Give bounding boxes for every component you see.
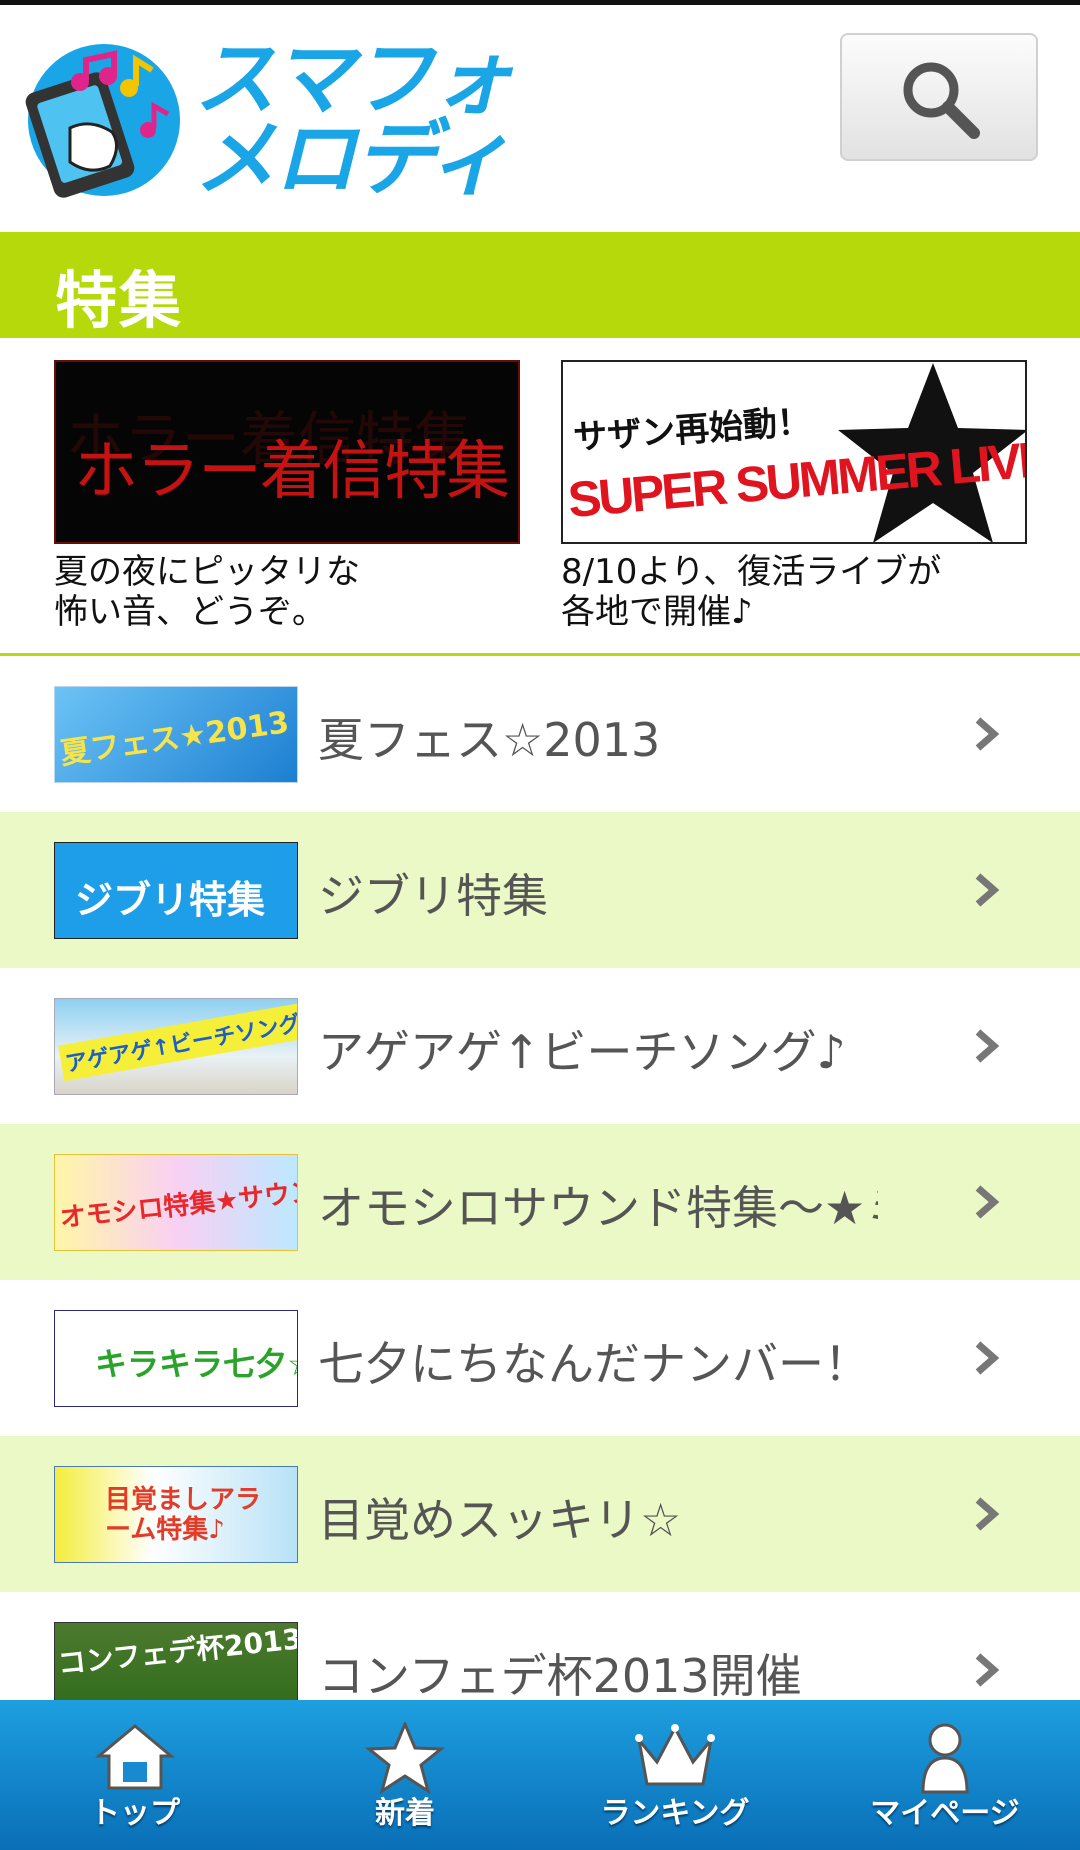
list-item[interactable]: アゲアゲ↑ビーチソング♪特集 アゲアゲ↑ビーチソング♪ [0, 968, 1080, 1124]
list-item-label: 夏フェス☆2013 [318, 713, 661, 767]
crown-icon [635, 1724, 715, 1786]
list-item-label: オモシロサウンド特集～★ミ [318, 1181, 878, 1235]
chevron-right-icon [975, 1497, 1000, 1531]
list-thumbnail: キラキラ七夕☆彡 [54, 1310, 298, 1407]
list-thumbnail: 目覚ましアラーム特集♪ [54, 1466, 298, 1563]
thumbnail-text: コンフェデ杯2013開催 [56, 1622, 298, 1681]
chevron-right-icon [975, 873, 1000, 907]
banner-subtitle: サザン再始動！ [572, 401, 813, 459]
chevron-right-icon [975, 1029, 1000, 1063]
app-header: スマフォ メロディ [0, 5, 1080, 232]
banner-title: ホラー着信特集 [74, 435, 510, 509]
nav-top[interactable]: トップ [0, 1700, 270, 1850]
logo-phone-icon [25, 44, 180, 198]
thumbnail-text: キラキラ七夕☆彡 [95, 1345, 297, 1383]
nav-mypage[interactable]: マイページ [810, 1700, 1080, 1850]
list-item-label: コンフェデ杯2013開催 [318, 1649, 802, 1700]
thumbnail-text: 夏フェス★2013 [58, 705, 292, 772]
nav-label: ランキング [600, 1796, 750, 1831]
list-thumbnail: ジブリ特集 [54, 842, 298, 939]
list-thumbnail: 夏フェス★2013 [54, 686, 298, 783]
list-item-label: ジブリ特集 [318, 869, 548, 923]
list-item-label: アゲアゲ↑ビーチソング♪ [318, 1025, 846, 1079]
list-item[interactable]: ジブリ特集 ジブリ特集 [0, 812, 1080, 968]
featured-banners: ホラー着信特集 ホラー着信特集 夏の夜にピッタリな 怖い音、どうぞ。 サザン再始… [0, 338, 1080, 653]
section-title: 特集 [55, 264, 184, 337]
list-thumbnail: コンフェデ杯2013開催 [54, 1622, 298, 1700]
horror-banner[interactable]: ホラー着信特集 ホラー着信特集 [54, 360, 520, 544]
list-item[interactable]: 目覚ましアラーム特集♪ 目覚めスッキリ☆ [0, 1436, 1080, 1592]
list-item[interactable]: オモシロ特集★サウンド オモシロサウンド特集～★ミ [0, 1124, 1080, 1280]
star-icon [365, 1722, 445, 1794]
app-logo[interactable]: スマフォ メロディ [24, 32, 554, 207]
chevron-right-icon [975, 1185, 1000, 1219]
nav-label: 新着 [375, 1796, 435, 1831]
logo-line-1: スマフォ [194, 32, 514, 127]
logo-wordmark: スマフォ メロディ [194, 32, 554, 207]
feature-list: 夏フェス★2013 夏フェス☆2013 ジブリ特集 ジブリ特集 アゲアゲ↑ビーチ… [0, 656, 1080, 1700]
list-thumbnail: オモシロ特集★サウンド [54, 1154, 298, 1251]
logo-line-2: メロディ [194, 112, 510, 207]
thumbnail-text: アゲアゲ↑ビーチソング♪特集 [58, 999, 297, 1082]
summer-live-banner[interactable]: サザン再始動！ SUPER SUMMER LIVE2013 [561, 360, 1027, 544]
thumbnail-text: ジブリ特集 [75, 878, 266, 922]
chevron-right-icon [975, 717, 1000, 751]
list-item-label: 目覚めスッキリ☆ [318, 1493, 682, 1547]
nav-label: マイページ [870, 1796, 1020, 1831]
nav-label: トップ [90, 1796, 180, 1831]
search-button[interactable] [840, 33, 1038, 161]
thumbnail-text: 目覚ましアラーム特集♪ [105, 1485, 262, 1545]
featured-caption: 夏の夜にピッタリな 怖い音、どうぞ。 [54, 552, 360, 632]
list-thumbnail: アゲアゲ↑ビーチソング♪特集 [54, 998, 298, 1095]
thumbnail-text: オモシロ特集★サウンド [58, 1174, 298, 1234]
nav-new[interactable]: 新着 [270, 1700, 540, 1850]
list-item[interactable]: キラキラ七夕☆彡 七夕にちなんだナンバー！ [0, 1280, 1080, 1436]
featured-item-horror[interactable]: ホラー着信特集 ホラー着信特集 夏の夜にピッタリな 怖い音、どうぞ。 [54, 360, 520, 632]
featured-item-summer-live[interactable]: サザン再始動！ SUPER SUMMER LIVE2013 8/10より、復活ラ… [561, 360, 1027, 632]
chevron-right-icon [975, 1653, 1000, 1687]
list-item[interactable]: コンフェデ杯2013開催 コンフェデ杯2013開催 [0, 1592, 1080, 1700]
list-item-label: 七夕にちなんだナンバー！ [318, 1337, 870, 1391]
section-header: 特集 [0, 232, 1080, 338]
person-icon [921, 1723, 969, 1794]
nav-ranking[interactable]: ランキング [540, 1700, 810, 1850]
featured-caption: 8/10より、復活ライブが 各地で開催♪ [561, 552, 942, 632]
home-icon [95, 1724, 175, 1790]
chevron-right-icon [975, 1341, 1000, 1375]
bottom-navigation: トップ 新着 ランキング マイページ [0, 1700, 1080, 1850]
search-icon [903, 62, 980, 139]
list-item[interactable]: 夏フェス★2013 夏フェス☆2013 [0, 656, 1080, 812]
